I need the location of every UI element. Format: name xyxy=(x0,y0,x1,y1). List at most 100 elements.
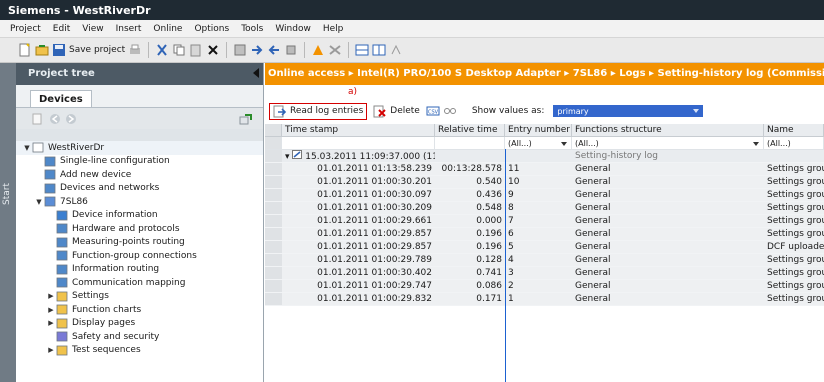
menu-view[interactable]: View xyxy=(76,24,109,34)
menu-online[interactable]: Online xyxy=(147,24,188,34)
tree-item-label: Display pages xyxy=(72,318,136,329)
tree-item[interactable]: ▶ Test sequences xyxy=(16,344,263,358)
save-project-button[interactable]: Save project xyxy=(52,43,125,57)
filter-functions-structure[interactable]: (All...) xyxy=(572,137,764,149)
tree-item[interactable]: Function-group connections xyxy=(16,249,263,263)
cell-entry-number: 2 xyxy=(505,280,572,292)
tree-item[interactable]: Information routing xyxy=(16,263,263,277)
cell-time-stamp: 01.01.2011 01:00:30.201 xyxy=(282,176,435,188)
cell-relative-time: 00:13:28.578 xyxy=(435,163,505,175)
tree-item[interactable]: Communication mapping xyxy=(16,276,263,290)
expand-arrow-icon[interactable]: ▾ xyxy=(285,152,290,162)
filter-name[interactable]: (All...) xyxy=(764,137,824,149)
row-header-cell xyxy=(265,202,282,214)
upload-icon[interactable] xyxy=(267,43,281,57)
cell-entry-number: 3 xyxy=(505,267,572,279)
menu-insert[interactable]: Insert xyxy=(110,24,148,34)
forward-icon[interactable] xyxy=(64,112,78,126)
tree-item[interactable]: ▼ WestRiverDr xyxy=(16,141,263,155)
test-icon[interactable] xyxy=(389,43,403,57)
menu-window[interactable]: Window xyxy=(269,24,317,34)
tree-item[interactable]: Safety and security xyxy=(16,330,263,344)
tree-item[interactable]: ▼ 7SL86 xyxy=(16,195,263,209)
table-row[interactable]: 01.01.2011 01:00:30.209 0.548 8 General Sett… xyxy=(265,202,824,215)
table-row[interactable]: 01.01.2011 01:00:29.832 0.171 1 General Sett… xyxy=(265,293,824,306)
collapsed-arrow-icon[interactable]: ▶ xyxy=(46,292,56,300)
back-icon[interactable] xyxy=(48,112,62,126)
delete-log-button[interactable]: Delete xyxy=(370,104,423,118)
read-log-entries-button[interactable]: Read log entries xyxy=(269,102,368,120)
collapsed-arrow-icon[interactable]: ▶ xyxy=(46,319,56,327)
export-csv-icon[interactable]: CSV xyxy=(426,104,440,118)
chevron-down-icon xyxy=(693,109,700,113)
print-icon[interactable] xyxy=(128,43,142,57)
filter-entry-number[interactable]: (All...) xyxy=(505,137,572,149)
save-icon xyxy=(52,43,66,57)
tree-item[interactable]: Measuring-points routing xyxy=(16,236,263,250)
cell-entry-number: 1 xyxy=(505,293,572,305)
project-tree-header: Project tree xyxy=(16,63,263,85)
collapse-panel-icon[interactable] xyxy=(253,68,259,78)
cell-name: DCF uploaded xyxy=(764,241,824,253)
menu-bar: Project Edit View Insert Online Options … xyxy=(0,20,824,38)
new-project-icon[interactable] xyxy=(18,43,32,57)
table-row[interactable]: 01.01.2011 01:00:29.857 0.196 5 General DCF … xyxy=(265,241,824,254)
glasses-icon[interactable] xyxy=(443,104,457,118)
table-row[interactable]: 01.01.2011 01:00:29.661 0.000 7 General Sett… xyxy=(265,215,824,228)
table-row[interactable]: 01.01.2011 01:00:30.097 0.436 9 General Sett… xyxy=(265,189,824,202)
delete-icon[interactable] xyxy=(206,43,220,57)
go-online-icon[interactable] xyxy=(311,43,325,57)
tree-item[interactable]: ▶ Function charts xyxy=(16,303,263,317)
tree-item[interactable]: Hardware and protocols xyxy=(16,222,263,236)
cut-icon[interactable] xyxy=(155,43,169,57)
column-time-stamp[interactable]: Time stamp xyxy=(282,124,435,136)
column-name[interactable]: Name xyxy=(764,124,824,136)
table-row[interactable]: 01.01.2011 01:00:29.789 0.128 4 General Sett… xyxy=(265,254,824,267)
menu-help[interactable]: Help xyxy=(317,24,350,34)
tree-item[interactable]: Single-line configuration xyxy=(16,155,263,169)
table-row[interactable]: 01.01.2011 01:00:30.402 0.741 3 General Sett… xyxy=(265,267,824,280)
expanded-arrow-icon[interactable]: ▼ xyxy=(22,144,32,152)
row-header-cell xyxy=(265,293,282,305)
table-row[interactable]: 01.01.2011 01:13:58.239 00:13:28.578 11 Gen… xyxy=(265,163,824,176)
show-overview-icon[interactable] xyxy=(239,112,253,126)
tree-item[interactable]: Devices and networks xyxy=(16,182,263,196)
tree-item[interactable]: ▶ Display pages xyxy=(16,317,263,331)
table-row[interactable]: 01.01.2011 01:00:29.857 0.196 6 General Sett… xyxy=(265,228,824,241)
split-vertical-icon[interactable] xyxy=(372,43,386,57)
log-group-row[interactable]: ▾ 15.03.2011 11:09:37.000 (11) Setting-h… xyxy=(265,150,824,163)
tree-item[interactable]: Device information xyxy=(16,209,263,223)
cell-functions-structure: General xyxy=(572,176,764,188)
split-horizontal-icon[interactable] xyxy=(355,43,369,57)
table-row[interactable]: 01.01.2011 01:00:30.201 0.540 10 General Set… xyxy=(265,176,824,189)
tree-item[interactable]: ▶ Settings xyxy=(16,290,263,304)
expanded-arrow-icon[interactable]: ▼ xyxy=(34,198,44,206)
menu-project[interactable]: Project xyxy=(4,24,47,34)
tab-devices[interactable]: Devices xyxy=(30,90,92,107)
column-functions-structure[interactable]: Functions structure xyxy=(572,124,764,136)
show-values-select[interactable]: primary xyxy=(553,105,704,117)
filter-relative-time xyxy=(435,137,505,149)
copy-icon[interactable] xyxy=(172,43,186,57)
collapsed-arrow-icon[interactable]: ▶ xyxy=(46,306,56,314)
new-item-icon[interactable] xyxy=(30,112,44,126)
table-row[interactable]: 01.01.2011 01:00:29.747 0.086 2 General Sett… xyxy=(265,280,824,293)
open-project-icon[interactable] xyxy=(35,43,49,57)
column-relative-time[interactable]: Relative time xyxy=(435,124,505,136)
menu-tools[interactable]: Tools xyxy=(235,24,269,34)
compile-icon[interactable] xyxy=(233,43,247,57)
settings-folder-icon xyxy=(56,291,68,302)
portal-start-strip[interactable]: Start xyxy=(0,63,16,382)
download-icon[interactable] xyxy=(250,43,264,57)
cell-entry-number: 4 xyxy=(505,254,572,266)
go-offline-icon[interactable] xyxy=(328,43,342,57)
main-toolbar: Save project xyxy=(0,38,824,63)
menu-edit[interactable]: Edit xyxy=(47,24,76,34)
tree-item-label: Function charts xyxy=(72,304,142,315)
collapsed-arrow-icon[interactable]: ▶ xyxy=(46,346,56,354)
tree-item[interactable]: Add new device xyxy=(16,168,263,182)
menu-options[interactable]: Options xyxy=(188,24,235,34)
column-entry-number[interactable]: Entry number xyxy=(505,124,572,136)
accessible-devices-icon[interactable] xyxy=(284,43,298,57)
paste-icon[interactable] xyxy=(189,43,203,57)
